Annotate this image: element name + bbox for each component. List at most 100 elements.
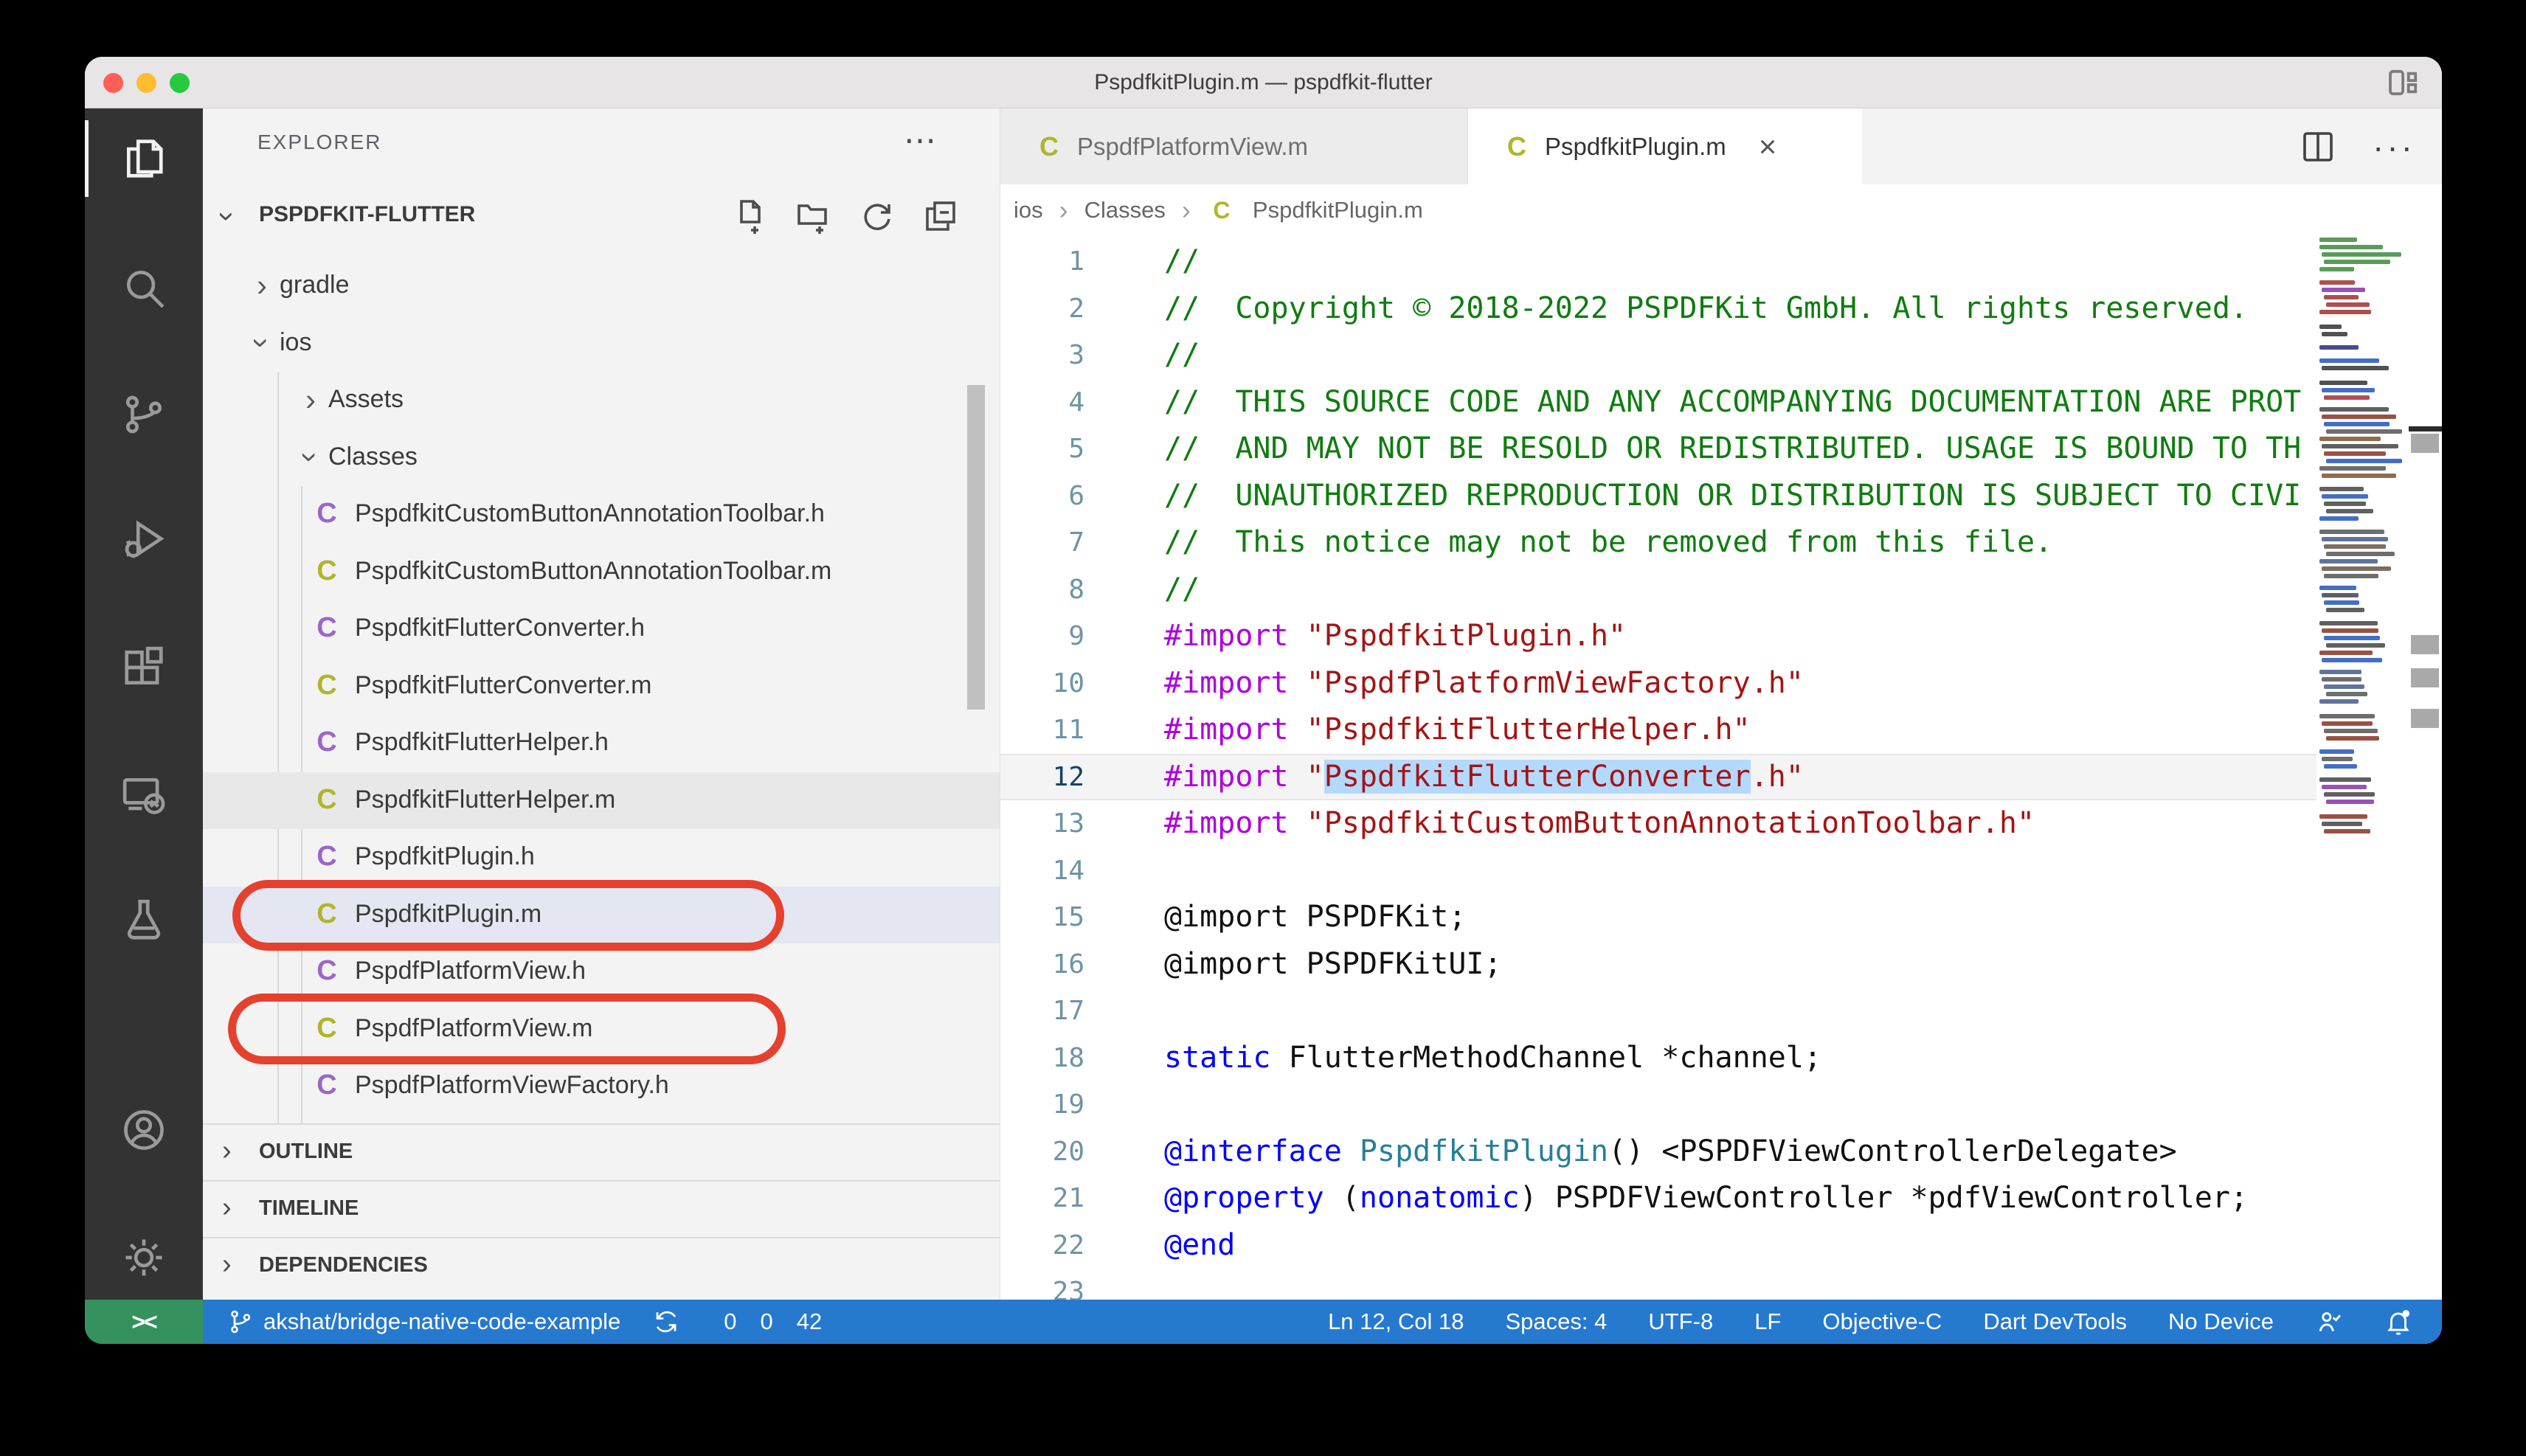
tree-item-pspdfplatformview-h[interactable]: C PspdfPlatformView.h bbox=[203, 943, 1000, 1001]
remote-indicator[interactable]: >< bbox=[85, 1300, 203, 1344]
code-line-1[interactable]: 1 // bbox=[1000, 238, 2316, 285]
stage-manager-icon[interactable] bbox=[2387, 69, 2421, 97]
code-line-19[interactable]: 19 bbox=[1000, 1081, 2316, 1129]
code-line-20[interactable]: 20 @interface PspdfkitPlugin() <PSPDFView… bbox=[1000, 1129, 2316, 1176]
code-line-10[interactable]: 10 #import "PspdfPlatformViewFactory.h" bbox=[1000, 660, 2316, 707]
code-token: "PspdfPlatformViewFactory.h" bbox=[1306, 665, 1804, 700]
code-line-22[interactable]: 22 @end bbox=[1000, 1222, 2316, 1269]
feedback-icon[interactable] bbox=[2315, 1308, 2343, 1336]
status-spaces-4[interactable]: Spaces: 4 bbox=[1505, 1308, 1607, 1335]
new-file-icon[interactable] bbox=[733, 198, 768, 234]
testing-flask-icon bbox=[127, 899, 161, 940]
tab-pspdfkitplugin-m[interactable]: C PspdfkitPlugin.m × bbox=[1468, 108, 1862, 184]
tree-item-label: PspdfPlatformView.m bbox=[355, 1013, 593, 1042]
code-line-14[interactable]: 14 bbox=[1000, 847, 2316, 895]
c-file-icon: C bbox=[316, 498, 337, 529]
code-line-13[interactable]: 13 #import "PspdfkitCustomButtonAnnotatio… bbox=[1000, 800, 2316, 847]
code-line-11[interactable]: 11 #import "PspdfkitFlutterHelper.h" bbox=[1000, 707, 2316, 754]
panel-dependencies[interactable]: › DEPENDENCIES bbox=[203, 1237, 1000, 1294]
code-token: .h" bbox=[1750, 759, 1804, 794]
git-branch-status[interactable]: akshat/bridge-native-code-example bbox=[228, 1308, 620, 1335]
minimap-line bbox=[2324, 636, 2380, 640]
activity-testing[interactable] bbox=[85, 876, 203, 965]
tree-item-pspdfplatformviewfactory-m[interactable]: CPspdfPlatformViewFactory.m bbox=[203, 1115, 1000, 1124]
breadcrumb-item-classes[interactable]: Classes bbox=[1084, 197, 1166, 223]
code-line-12[interactable]: 12 #import "PspdfkitFlutterConverter.h" bbox=[1000, 753, 2316, 800]
project-section-header[interactable]: › PSPDFKIT-FLUTTER bbox=[203, 191, 1000, 244]
sidebar-scrollbar[interactable] bbox=[967, 385, 985, 710]
tree-item-pspdfkitflutterhelper-h[interactable]: C PspdfkitFlutterHelper.h bbox=[203, 715, 1000, 772]
minimap[interactable] bbox=[2316, 236, 2409, 1047]
panel-timeline[interactable]: › TIMELINE bbox=[203, 1180, 1000, 1237]
tree-item-ios[interactable]: › ios bbox=[203, 315, 1000, 372]
code-line-16[interactable]: 16 @import PSPDFKitUI; bbox=[1000, 941, 2316, 988]
status-lf[interactable]: LF bbox=[1754, 1308, 1781, 1335]
tree-item-pspdfkitplugin-m[interactable]: C PspdfkitPlugin.m bbox=[203, 886, 1000, 943]
code-editor[interactable]: 1 // 2 // Copyright © 2018-2022 PSPDFKit Gm… bbox=[1000, 238, 2316, 1316]
refresh-icon[interactable] bbox=[859, 198, 895, 234]
activity-settings[interactable] bbox=[85, 1213, 203, 1302]
bell-icon[interactable] bbox=[2384, 1308, 2412, 1336]
code-line-5[interactable]: 5 // AND MAY NOT BE RESOLD OR REDISTRIBUT… bbox=[1000, 426, 2316, 473]
code-line-8[interactable]: 8 // bbox=[1000, 566, 2316, 614]
status-no-device[interactable]: No Device bbox=[2168, 1308, 2274, 1335]
minimap-line bbox=[2319, 238, 2357, 242]
activity-explorer[interactable] bbox=[85, 114, 203, 203]
code-line-6[interactable]: 6 // UNAUTHORIZED REPRODUCTION OR DISTRIB… bbox=[1000, 473, 2316, 520]
activity-accounts[interactable] bbox=[85, 1086, 203, 1174]
tree-item-pspdfkitcustombuttonannotationtoolbar-m[interactable]: C PspdfkitCustomButtonAnnotationToolbar.m bbox=[203, 544, 1000, 601]
line-number: 18 bbox=[1052, 1042, 1084, 1073]
code-text: // UNAUTHORIZED REPRODUCTION OR DISTRIBU… bbox=[1164, 473, 2301, 520]
new-folder-icon[interactable] bbox=[796, 198, 831, 234]
window-titlebar[interactable]: PspdfkitPlugin.m — pspdfkit-flutter bbox=[85, 57, 2442, 108]
activity-run-debug[interactable] bbox=[85, 496, 203, 585]
code-line-17[interactable]: 17 bbox=[1000, 988, 2316, 1035]
status-objective-c[interactable]: Objective-C bbox=[1822, 1308, 1942, 1335]
code-line-7[interactable]: 7 // This notice may not be removed from … bbox=[1000, 519, 2316, 566]
breadcrumb-item-file[interactable]: PspdfkitPlugin.m bbox=[1253, 197, 1423, 223]
split-editor-icon[interactable] bbox=[2300, 129, 2336, 164]
c-file-icon: C bbox=[316, 955, 337, 986]
status-ln-12-col-18[interactable]: Ln 12, Col 18 bbox=[1328, 1308, 1464, 1335]
code-line-2[interactable]: 2 // Copyright © 2018-2022 PSPDFKit GmbH.… bbox=[1000, 285, 2316, 333]
tree-item-pspdfkitflutterhelper-m[interactable]: C PspdfkitFlutterHelper.m bbox=[203, 772, 1000, 829]
code-line-3[interactable]: 3 // bbox=[1000, 332, 2316, 379]
code-text: static FlutterMethodChannel *channel; bbox=[1164, 1035, 1821, 1082]
panel-outline[interactable]: › OUTLINE bbox=[203, 1123, 1000, 1180]
c-file-icon: C bbox=[316, 727, 337, 758]
sync-button[interactable] bbox=[653, 1308, 679, 1335]
status-dart-devtools[interactable]: Dart DevTools bbox=[1983, 1308, 2127, 1335]
code-line-21[interactable]: 21 @property (nonatomic) PSPDFViewControl… bbox=[1000, 1175, 2316, 1222]
activity-source-control[interactable] bbox=[85, 370, 203, 459]
c-file-icon: C bbox=[316, 841, 337, 872]
close-icon[interactable]: × bbox=[1759, 131, 1777, 162]
tree-item-pspdfkitcustombuttonannotationtoolbar-h[interactable]: C PspdfkitCustomButtonAnnotationToolbar.h bbox=[203, 486, 1000, 544]
code-line-9[interactable]: 9 #import "PspdfkitPlugin.h" bbox=[1000, 613, 2316, 660]
tree-item-classes[interactable]: › Classes bbox=[203, 429, 1000, 487]
line-number: 11 bbox=[1052, 715, 1084, 745]
collapse-all-icon[interactable] bbox=[923, 198, 958, 234]
activity-remote-explorer[interactable] bbox=[85, 751, 203, 839]
code-line-18[interactable]: 18 static FlutterMethodChannel *channel; bbox=[1000, 1035, 2316, 1082]
activity-search[interactable] bbox=[85, 243, 203, 332]
tree-item-gradle[interactable]: › gradle bbox=[203, 257, 1000, 315]
editor-scrollbar[interactable] bbox=[2409, 236, 2442, 1300]
tree-item-pspdfkitflutterconverter-h[interactable]: C PspdfkitFlutterConverter.h bbox=[203, 600, 1000, 658]
code-text: // AND MAY NOT BE RESOLD OR REDISTRIBUTE… bbox=[1164, 426, 2301, 473]
editor-actions-more-icon[interactable]: ··· bbox=[2373, 127, 2415, 167]
breadcrumb[interactable]: ios › Classes › C PspdfkitPlugin.m bbox=[1014, 184, 1423, 236]
status-utf-8[interactable]: UTF-8 bbox=[1648, 1308, 1713, 1335]
tree-item-pspdfplatformview-m[interactable]: C PspdfPlatformView.m bbox=[203, 1001, 1000, 1058]
code-line-15[interactable]: 15 @import PSPDFKit; bbox=[1000, 894, 2316, 941]
tree-item-pspdfplatformviewfactory-h[interactable]: C PspdfPlatformViewFactory.h bbox=[203, 1058, 1000, 1115]
activity-extensions[interactable] bbox=[85, 623, 203, 712]
code-line-4[interactable]: 4 // THIS SOURCE CODE AND ANY ACCOMPANYIN… bbox=[1000, 379, 2316, 426]
c-file-icon: C bbox=[1213, 196, 1231, 223]
problems-status[interactable]: 0 0 42 bbox=[712, 1308, 822, 1335]
tree-item-pspdfkitplugin-h[interactable]: C PspdfkitPlugin.h bbox=[203, 829, 1000, 887]
tree-item-pspdfkitflutterconverter-m[interactable]: C PspdfkitFlutterConverter.m bbox=[203, 658, 1000, 715]
explorer-menu-icon[interactable]: ⋯ bbox=[904, 122, 936, 159]
breadcrumb-item-ios[interactable]: ios bbox=[1014, 197, 1043, 223]
tab-pspdfplatformview-m[interactable]: C PspdfPlatformView.m bbox=[1000, 108, 1468, 184]
tree-item-assets[interactable]: › Assets bbox=[203, 372, 1000, 429]
